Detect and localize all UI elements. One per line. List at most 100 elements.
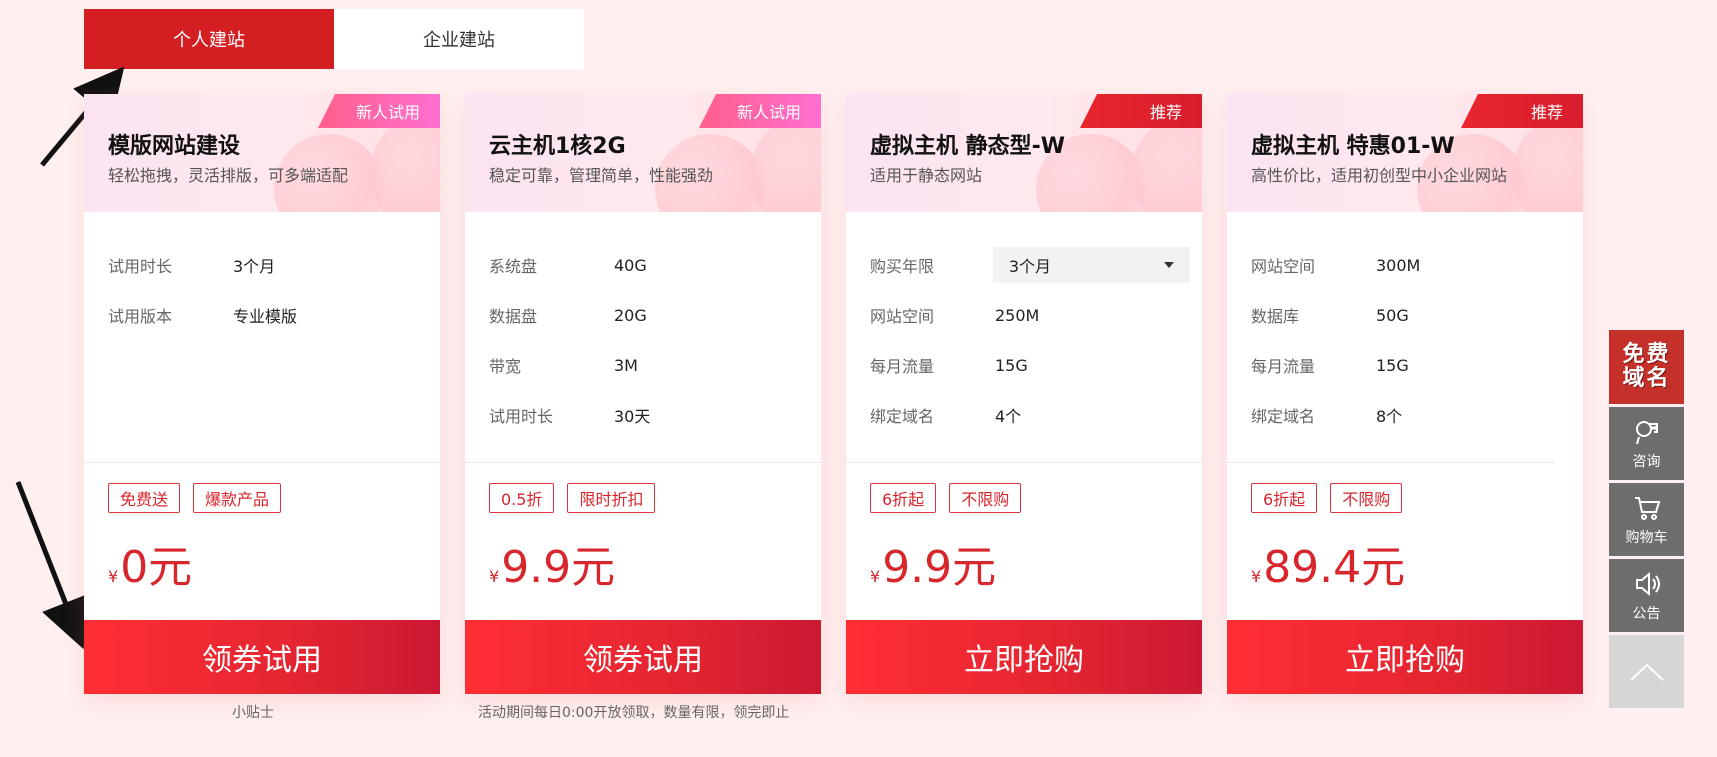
card-subtitle: 高性价比，适用初创型中小企业网站 bbox=[1251, 166, 1508, 185]
free-domain-promo[interactable]: 免费 域名 bbox=[1609, 330, 1684, 404]
sidebar-item-cart[interactable]: 购物车 bbox=[1609, 483, 1684, 556]
spec-row: 试用时长 3个月 bbox=[108, 240, 428, 290]
tab-enterprise[interactable]: 企业建站 bbox=[334, 9, 584, 69]
tips-link[interactable]: 小贴士 bbox=[232, 702, 274, 722]
spec-label: 试用时长 bbox=[489, 407, 554, 426]
decor-bubble bbox=[369, 114, 440, 212]
card-title: 云主机1核2G bbox=[489, 134, 626, 159]
card-divider bbox=[1227, 462, 1555, 463]
spec-value: 300M bbox=[1376, 255, 1421, 275]
product-card-virtual-host-special: 推荐 虚拟主机 特惠01-W 高性价比，适用初创型中小企业网站 网站空间 300… bbox=[1227, 94, 1583, 694]
promo-tag: 爆款产品 bbox=[193, 483, 282, 513]
decor-bubble bbox=[750, 114, 821, 212]
spec-value: 50G bbox=[1376, 305, 1409, 325]
product-card-template-site: 新人试用 模版网站建设 轻松拖拽，灵活排版，可多端适配 试用时长 3个月 试用版… bbox=[84, 94, 440, 694]
decor-bubble bbox=[1131, 114, 1202, 212]
chevron-up-icon bbox=[1629, 663, 1664, 681]
spec-row: 数据盘 20G bbox=[489, 290, 809, 340]
spec-label: 购买年限 bbox=[870, 257, 935, 276]
card-title: 模版网站建设 bbox=[108, 134, 241, 159]
product-card-virtual-host-static: 推荐 虚拟主机 静态型-W 适用于静态网站 购买年限 3个月 网站空间 250M… bbox=[846, 94, 1202, 694]
promo-tag: 6折起 bbox=[870, 483, 937, 513]
spec-row: 带宽 3M bbox=[489, 340, 809, 390]
spec-row: 购买年限 3个月 bbox=[870, 240, 1190, 290]
site-type-tabs: 个人建站 企业建站 bbox=[84, 9, 584, 69]
promo-tag: 6折起 bbox=[1251, 483, 1318, 513]
promo-line: 免费 bbox=[1622, 341, 1671, 367]
spec-value: 3M bbox=[614, 355, 638, 375]
tag-list: 6折起 不限购 bbox=[1251, 483, 1403, 513]
tab-personal[interactable]: 个人建站 bbox=[84, 9, 334, 69]
sidebar-item-label: 咨询 bbox=[1632, 453, 1661, 470]
sidebar-item-notice[interactable]: 公告 bbox=[1609, 559, 1684, 632]
spec-row: 每月流量 15G bbox=[1251, 340, 1571, 390]
spec-label: 绑定域名 bbox=[870, 407, 935, 426]
spec-row: 试用时长 30天 bbox=[489, 390, 809, 440]
price: ¥ 9.9元 bbox=[489, 546, 615, 590]
spec-label: 每月流量 bbox=[1251, 357, 1316, 376]
claim-trial-button[interactable]: 领券试用 bbox=[84, 620, 440, 694]
back-to-top-button[interactable] bbox=[1609, 635, 1684, 708]
card-divider bbox=[465, 462, 821, 463]
card-badge: 新人试用 bbox=[699, 94, 821, 128]
price-value: 9.9元 bbox=[501, 542, 616, 593]
spec-label: 每月流量 bbox=[870, 357, 935, 376]
price: ¥ 0元 bbox=[108, 546, 192, 590]
spec-row: 网站空间 250M bbox=[870, 290, 1190, 340]
spec-value: 15G bbox=[1376, 355, 1409, 375]
spec-label: 绑定域名 bbox=[1251, 407, 1316, 426]
buy-now-button[interactable]: 立即抢购 bbox=[846, 620, 1202, 694]
spec-value: 40G bbox=[614, 255, 647, 275]
spec-row: 绑定域名 4个 bbox=[870, 390, 1190, 440]
spec-row: 网站空间 300M bbox=[1251, 240, 1571, 290]
sidebar-item-consult[interactable]: 咨询 bbox=[1609, 407, 1684, 480]
card-subtitle: 稳定可靠，管理简单，性能强劲 bbox=[489, 166, 714, 185]
spec-label: 数据库 bbox=[1251, 307, 1300, 326]
arrow-to-button bbox=[15, 481, 89, 650]
card-header: 推荐 虚拟主机 特惠01-W 高性价比，适用初创型中小企业网站 bbox=[1227, 94, 1583, 212]
spec-row: 试用版本 专业模版 bbox=[108, 290, 428, 340]
spec-label: 试用时长 bbox=[108, 257, 173, 276]
consult-icon bbox=[1635, 420, 1658, 444]
currency-symbol: ¥ bbox=[108, 567, 119, 586]
spec-label: 试用版本 bbox=[108, 307, 173, 326]
sidebar-item-label: 公告 bbox=[1632, 605, 1661, 622]
currency-symbol: ¥ bbox=[870, 567, 881, 586]
spec-list: 网站空间 300M 数据库 50G 每月流量 15G 绑定域名 8个 bbox=[1251, 240, 1571, 440]
card-subtitle: 轻松拖拽，灵活排版，可多端适配 bbox=[108, 166, 349, 185]
spec-label: 带宽 bbox=[489, 357, 522, 376]
spec-value: 4个 bbox=[995, 407, 1022, 426]
promo-tag: 不限购 bbox=[1330, 483, 1403, 513]
claim-trial-button[interactable]: 领券试用 bbox=[465, 620, 821, 694]
promo-tag: 限时折扣 bbox=[567, 483, 656, 513]
spec-value: 30天 bbox=[614, 407, 651, 426]
currency-symbol: ¥ bbox=[489, 567, 500, 586]
caret-down-icon bbox=[1164, 262, 1174, 268]
price: ¥ 89.4元 bbox=[1251, 546, 1405, 590]
spec-label: 网站空间 bbox=[1251, 257, 1316, 276]
card-badge: 推荐 bbox=[1080, 94, 1202, 128]
product-card-cloud-host: 新人试用 云主机1核2G 稳定可靠，管理简单，性能强劲 系统盘 40G 数据盘 … bbox=[465, 94, 821, 694]
tag-list: 0.5折 限时折扣 bbox=[489, 483, 656, 513]
purchase-period-select[interactable]: 3个月 bbox=[992, 247, 1190, 283]
spec-list: 购买年限 3个月 网站空间 250M 每月流量 15G 绑定域名 4个 bbox=[870, 240, 1190, 440]
spec-row: 每月流量 15G bbox=[870, 340, 1190, 390]
tag-list: 免费送 爆款产品 bbox=[108, 483, 282, 513]
activity-note: 活动期间每日0:00开放领取，数量有限，领完即止 bbox=[478, 705, 790, 721]
floating-sidebar: 免费 域名 咨询 购物车 公告 bbox=[1609, 330, 1684, 708]
spec-label: 网站空间 bbox=[870, 307, 935, 326]
card-header: 新人试用 模版网站建设 轻松拖拽，灵活排版，可多端适配 bbox=[84, 94, 440, 212]
spec-row: 系统盘 40G bbox=[489, 240, 809, 290]
card-subtitle: 适用于静态网站 bbox=[870, 166, 983, 185]
card-divider bbox=[846, 462, 1202, 463]
sidebar-item-label: 购物车 bbox=[1625, 529, 1668, 546]
price-value: 9.9元 bbox=[882, 542, 997, 593]
price-value: 89.4元 bbox=[1263, 542, 1406, 593]
promo-tag: 不限购 bbox=[949, 483, 1022, 513]
tag-list: 6折起 不限购 bbox=[870, 483, 1022, 513]
promo-line: 域名 bbox=[1622, 366, 1671, 391]
buy-now-button[interactable]: 立即抢购 bbox=[1227, 620, 1583, 694]
promo-tag: 免费送 bbox=[108, 483, 181, 513]
cart-icon bbox=[1634, 496, 1660, 520]
spec-value: 专业模版 bbox=[233, 307, 298, 326]
